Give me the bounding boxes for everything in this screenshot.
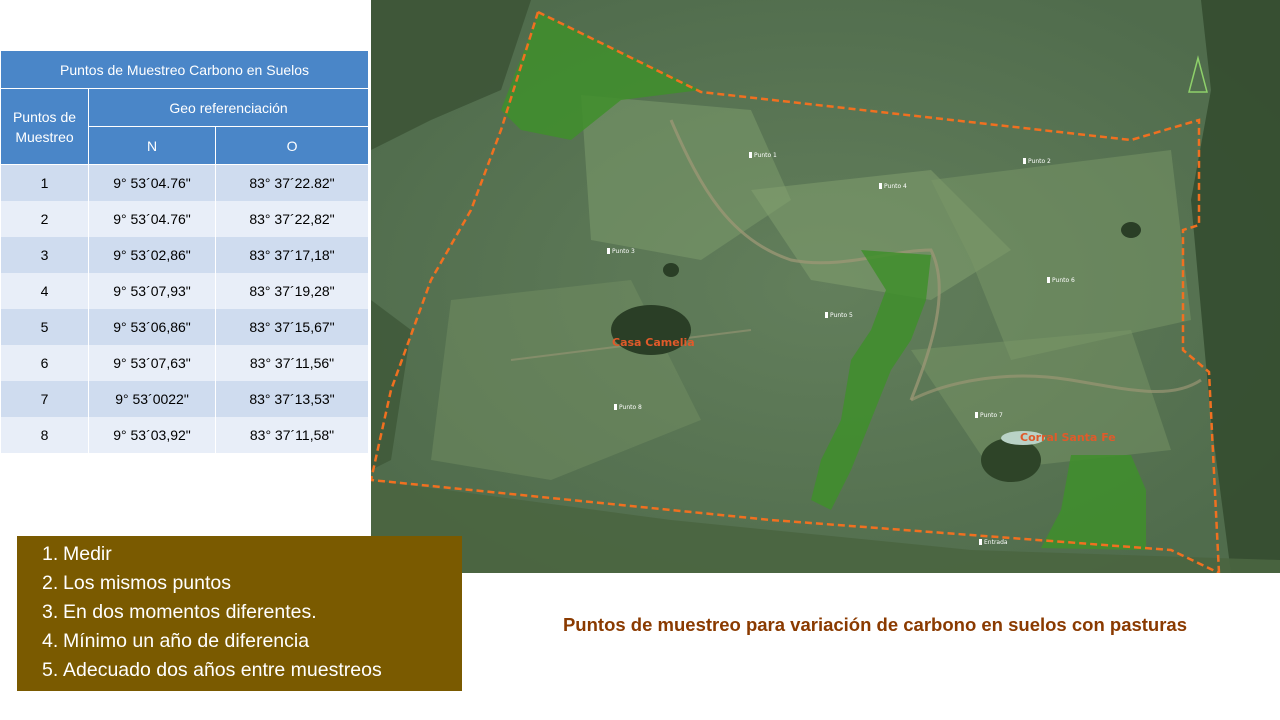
cell-north: 9° 53´03,92": [88, 417, 216, 453]
sample-point-marker: Punto 8: [614, 404, 642, 411]
cell-north: 9° 53´07,63": [88, 345, 216, 381]
point-label: Punto 4: [884, 183, 907, 190]
table-row: 3 9° 53´02,86" 83° 37´17,18": [0, 237, 370, 273]
step-text: Medir: [63, 543, 112, 565]
table-row: 5 9° 53´06,86" 83° 37´15,67": [0, 309, 370, 345]
cell-west: 83° 37´17,18": [214, 237, 370, 273]
point-label: Punto 8: [619, 404, 642, 411]
sampling-points-table: Puntos de Muestreo Carbono en Suelos Pun…: [0, 50, 370, 453]
sample-point-marker: Punto 2: [1023, 158, 1051, 165]
cell-point-id: 3: [0, 237, 89, 273]
cell-north: 9° 53´07,93": [88, 273, 216, 309]
cell-north: 9° 53´02,86": [88, 237, 216, 273]
list-item: 3. En dos momentos diferentes.: [42, 598, 462, 627]
sample-point-marker: Punto 4: [879, 183, 907, 190]
cell-west: 83° 37´22.82": [214, 164, 370, 201]
place-label: Corral Santa Fe: [1020, 431, 1116, 444]
cell-point-id: 8: [0, 417, 89, 453]
cell-west: 83° 37´19,28": [214, 273, 370, 309]
step-number: 5.: [42, 659, 59, 681]
point-label: Punto 3: [612, 248, 635, 255]
cell-point-id: 7: [0, 381, 89, 417]
table-title: Puntos de Muestreo Carbono en Suelos: [0, 50, 370, 89]
tree-cluster: [981, 438, 1041, 482]
table-row: 2 9° 53´04.76" 83° 37´22,82": [0, 201, 370, 237]
table-row: 1 9° 53´04.76" 83° 37´22.82": [0, 164, 370, 201]
table-row: 4 9° 53´07,93" 83° 37´19,28": [0, 273, 370, 309]
sample-point-marker: Entrada: [979, 539, 1008, 546]
point-label: Punto 5: [830, 312, 853, 319]
cell-north: 9° 53´04.76": [88, 164, 216, 201]
step-text: Mínimo un año de diferencia: [63, 630, 310, 652]
point-label: Punto 1: [754, 152, 777, 159]
header-west: O: [214, 126, 370, 165]
list-item: 1. Medir: [42, 540, 462, 569]
point-label: Punto 7: [980, 412, 1003, 419]
header-north: N: [88, 126, 216, 165]
step-number: 3.: [42, 601, 59, 623]
header-geo-reference: Geo referenciación: [87, 88, 370, 127]
cell-north: 9° 53´04.76": [88, 201, 216, 237]
place-label: Casa Camelia: [612, 336, 695, 349]
cell-west: 83° 37´11,56": [214, 345, 370, 381]
map-caption: Puntos de muestreo para variación de car…: [562, 614, 1188, 635]
cell-west: 83° 37´11,58": [214, 417, 370, 453]
cell-west: 83° 37´22,82": [214, 201, 370, 237]
cell-point-id: 5: [0, 309, 89, 345]
step-text: Los mismos puntos: [63, 572, 231, 594]
list-item: 5. Adecuado dos años entre muestreos: [42, 656, 462, 685]
cell-west: 83° 37´15,67": [214, 309, 370, 345]
cell-north: 9° 53´06,86": [88, 309, 216, 345]
sample-point-marker: Punto 7: [975, 412, 1003, 419]
cell-point-id: 1: [0, 164, 89, 201]
step-number: 2.: [42, 572, 59, 594]
cell-west: 83° 37´13,53": [214, 381, 370, 417]
cell-point-id: 6: [0, 345, 89, 381]
table-row: 7 9° 53´0022" 83° 37´13,53": [0, 381, 370, 417]
cell-point-id: 2: [0, 201, 89, 237]
table-row: 8 9° 53´03,92" 83° 37´11,58": [0, 417, 370, 453]
step-number: 1.: [42, 543, 59, 565]
cell-north: 9° 53´0022": [88, 381, 216, 417]
sample-point-marker: Punto 6: [1047, 277, 1075, 284]
table-row: 6 9° 53´07,63" 83° 37´11,56": [0, 345, 370, 381]
point-label: Entrada: [984, 539, 1008, 546]
sampling-steps-box: 1. Medir 2. Los mismos puntos 3. En dos mom…: [17, 536, 462, 691]
sample-point-marker: Punto 3: [607, 248, 635, 255]
point-label: Punto 6: [1052, 277, 1075, 284]
cell-point-id: 4: [0, 273, 89, 309]
step-text: Adecuado dos años entre muestreos: [63, 659, 382, 681]
point-label: Punto 2: [1028, 158, 1051, 165]
sampling-points-table-container: Puntos de Muestreo Carbono en Suelos Pun…: [0, 50, 370, 453]
list-item: 4. Mínimo un año de diferencia: [42, 627, 462, 656]
step-number: 4.: [42, 630, 59, 652]
sample-point-marker: Punto 1: [749, 152, 777, 159]
steps-list: 1. Medir 2. Los mismos puntos 3. En dos mom…: [17, 540, 462, 685]
sample-point-marker: Punto 5: [825, 312, 853, 319]
satellite-map: Punto 1 Punto 2 Punto 4 Punto 3 Punto 6 …: [371, 0, 1280, 573]
step-text: En dos momentos diferentes.: [63, 601, 317, 623]
header-sample-points: Puntos de Muestreo: [0, 88, 89, 165]
list-item: 2. Los mismos puntos: [42, 569, 462, 598]
